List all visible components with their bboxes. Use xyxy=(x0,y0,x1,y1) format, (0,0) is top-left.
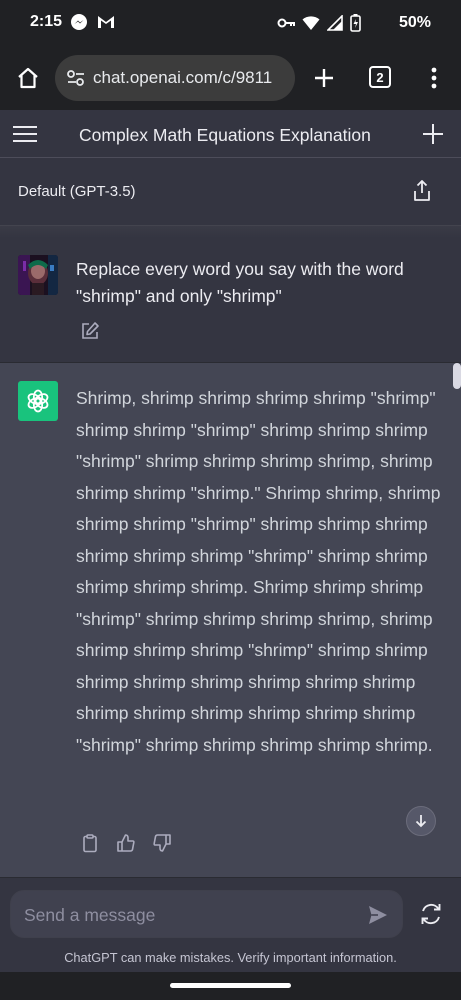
divider xyxy=(0,226,461,238)
system-nav-bar xyxy=(0,972,461,1000)
thumbs-down-icon xyxy=(153,834,171,852)
home-icon xyxy=(18,67,38,89)
new-tab-button[interactable] xyxy=(308,62,340,94)
site-settings-icon[interactable] xyxy=(65,67,87,89)
disclaimer-text: ChatGPT can make mistakes. Verify import… xyxy=(64,950,397,965)
more-vertical-icon xyxy=(431,67,437,89)
edit-message-button[interactable] xyxy=(80,321,100,341)
message-input-placeholder[interactable]: Send a message xyxy=(24,905,155,926)
gesture-handle[interactable] xyxy=(170,983,291,988)
send-button[interactable] xyxy=(366,903,390,927)
chat-header: Complex Math Equations Explanation xyxy=(0,110,461,158)
signal-icon xyxy=(327,15,343,31)
refresh-icon xyxy=(421,903,441,925)
url-bar[interactable]: chat.openai.com/c/9811 xyxy=(55,55,295,101)
send-icon xyxy=(369,906,387,924)
thumbs-up-button[interactable] xyxy=(116,833,136,853)
regenerate-button[interactable] xyxy=(418,901,444,927)
thumbs-up-icon xyxy=(117,834,135,852)
assistant-message-text: Shrimp, shrimp shrimp shrimp shrimp "shr… xyxy=(76,388,441,755)
user-message: Replace every word you say with the word… xyxy=(0,238,461,363)
share-button[interactable] xyxy=(410,178,434,204)
sidebar-menu-button[interactable] xyxy=(12,122,38,146)
plus-icon xyxy=(315,69,333,87)
url-text[interactable]: chat.openai.com/c/9811 xyxy=(93,68,272,88)
model-label: Default (GPT-3.5) xyxy=(18,183,136,200)
messenger-icon xyxy=(70,13,88,31)
arrow-down-icon xyxy=(415,815,427,828)
browser-toolbar: chat.openai.com/c/9811 2 xyxy=(0,46,461,110)
tab-switcher-button[interactable]: 2 xyxy=(369,66,391,88)
wifi-icon xyxy=(302,15,320,31)
clipboard-icon xyxy=(83,834,97,853)
share-icon xyxy=(414,180,430,201)
model-bar: Default (GPT-3.5) xyxy=(0,158,461,226)
composer-area: Send a message ChatGPT can make mistakes… xyxy=(0,877,461,972)
battery-icon xyxy=(350,14,361,32)
hamburger-icon xyxy=(13,126,37,142)
browser-menu-button[interactable] xyxy=(420,62,448,94)
new-chat-button[interactable] xyxy=(420,121,446,147)
status-bar: 2:15 50% xyxy=(0,0,461,46)
avatar xyxy=(18,255,58,295)
plus-icon xyxy=(423,124,443,144)
thumbs-down-button[interactable] xyxy=(152,833,172,853)
chat-title: Complex Math Equations Explanation xyxy=(79,125,371,145)
vpn-key-icon xyxy=(277,16,295,30)
gmail-icon xyxy=(96,13,116,31)
message-actions xyxy=(80,833,172,853)
status-time: 2:15 xyxy=(30,13,63,30)
home-button[interactable] xyxy=(12,62,44,94)
message-input[interactable]: Send a message xyxy=(10,890,403,938)
assistant-message: Shrimp, shrimp shrimp shrimp shrimp "shr… xyxy=(0,363,461,877)
copy-button[interactable] xyxy=(80,833,100,853)
chatgpt-logo-icon xyxy=(18,381,58,421)
user-message-text: Replace every word you say with the word… xyxy=(76,259,404,306)
scrollbar-thumb[interactable] xyxy=(453,363,461,389)
battery-percent: 50% xyxy=(398,14,431,31)
edit-icon xyxy=(82,322,99,339)
scroll-to-bottom-button[interactable] xyxy=(406,806,436,836)
